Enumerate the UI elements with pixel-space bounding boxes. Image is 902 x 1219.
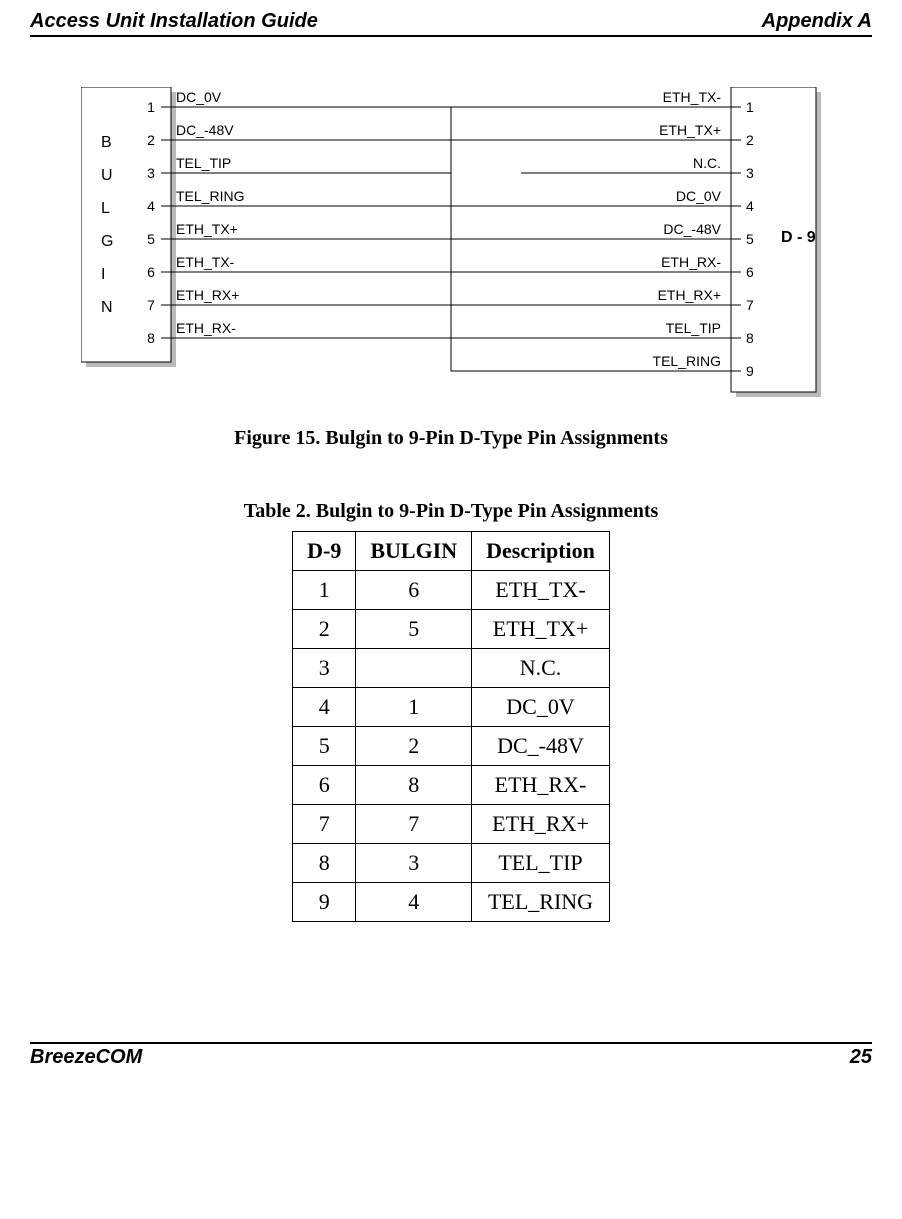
left-pin-number: 7 (147, 297, 155, 313)
table-row: 83TEL_TIP (293, 844, 610, 883)
table-cell: 3 (356, 844, 472, 883)
right-pin-label: ETH_RX+ (658, 287, 721, 303)
header-right: Appendix A (762, 10, 872, 33)
table-row: 16ETH_TX- (293, 571, 610, 610)
table-header-row: D-9 BULGIN Description (293, 532, 610, 571)
table-row: 25ETH_TX+ (293, 610, 610, 649)
right-pin-number: 4 (746, 198, 754, 214)
table-cell: 8 (293, 844, 356, 883)
right-pin-number: 1 (746, 99, 754, 115)
left-pin-number: 2 (147, 132, 155, 148)
left-pin-number: 4 (147, 198, 155, 214)
right-pin-number: 6 (746, 264, 754, 280)
col-header-d9: D-9 (293, 532, 356, 571)
table-cell: 2 (293, 610, 356, 649)
table-cell: 5 (293, 727, 356, 766)
left-pin-label: ETH_RX+ (176, 287, 239, 303)
right-pin-label: N.C. (693, 155, 721, 171)
footer-left: BreezeCOM (30, 1046, 142, 1069)
left-pin-label: ETH_TX- (176, 254, 235, 270)
page-header: Access Unit Installation Guide Appendix … (30, 10, 872, 37)
table-cell: 9 (293, 883, 356, 922)
left-box-label: L (101, 200, 110, 217)
table-cell: ETH_RX+ (472, 805, 610, 844)
table-cell: ETH_RX- (472, 766, 610, 805)
table-cell: 3 (293, 649, 356, 688)
table-cell: TEL_TIP (472, 844, 610, 883)
table-cell: N.C. (472, 649, 610, 688)
right-pin-number: 9 (746, 363, 754, 379)
table-row: 94TEL_RING (293, 883, 610, 922)
col-header-bulgin: BULGIN (356, 532, 472, 571)
table-row: 3 N.C. (293, 649, 610, 688)
table-cell: 8 (356, 766, 472, 805)
cross-wire (381, 107, 521, 272)
right-pin-number: 8 (746, 330, 754, 346)
table-cell: ETH_TX+ (472, 610, 610, 649)
table-cell: TEL_RING (472, 883, 610, 922)
left-pin-label: DC_0V (176, 89, 222, 105)
left-box-label: I (101, 266, 105, 283)
col-header-description: Description (472, 532, 610, 571)
right-pin-label: TEL_TIP (666, 320, 721, 336)
pin-diagram: BULGIN 1 DC_0V 2 DC_-48V 3 TEL_TIP 4 TEL_RING 5 ET… (30, 87, 872, 407)
left-box-label: U (101, 167, 113, 184)
right-pin-label: ETH_TX+ (659, 122, 721, 138)
table-cell: DC_-48V (472, 727, 610, 766)
table-cell: 4 (293, 688, 356, 727)
table-cell: 1 (356, 688, 472, 727)
left-pin-number: 6 (147, 264, 155, 280)
left-pin-number: 8 (147, 330, 155, 346)
left-pin-number: 1 (147, 99, 155, 115)
footer-right: 25 (850, 1046, 872, 1069)
table-cell: ETH_TX- (472, 571, 610, 610)
left-pin-label: TEL_RING (176, 188, 244, 204)
right-pin-label: DC_-48V (663, 221, 721, 237)
right-pin-label: ETH_RX- (661, 254, 721, 270)
left-box-label: B (101, 134, 112, 151)
table-cell: 7 (293, 805, 356, 844)
pin-diagram-svg: BULGIN 1 DC_0V 2 DC_-48V 3 TEL_TIP 4 TEL_RING 5 ET… (81, 87, 821, 407)
left-pin-label: DC_-48V (176, 122, 234, 138)
table-cell: 4 (356, 883, 472, 922)
table-cell: 6 (356, 571, 472, 610)
left-box-label: G (101, 233, 113, 250)
table-cell: 2 (356, 727, 472, 766)
figure-caption: Figure 15. Bulgin to 9-Pin D-Type Pin As… (30, 427, 872, 450)
left-pin-label: TEL_TIP (176, 155, 231, 171)
right-pin-label: DC_0V (676, 188, 722, 204)
table-cell: 1 (293, 571, 356, 610)
left-box (81, 87, 171, 362)
table-cell: DC_0V (472, 688, 610, 727)
right-box-label: D - 9 (781, 229, 816, 246)
right-pin-number: 3 (746, 165, 754, 181)
table-cell: 5 (356, 610, 472, 649)
table-row: 77ETH_RX+ (293, 805, 610, 844)
header-left: Access Unit Installation Guide (30, 10, 318, 33)
table-row: 52DC_-48V (293, 727, 610, 766)
right-pin-number: 7 (746, 297, 754, 313)
left-pin-number: 5 (147, 231, 155, 247)
right-pin-label: ETH_TX- (663, 89, 722, 105)
right-pin-label: TEL_RING (653, 353, 721, 369)
table-cell (356, 649, 472, 688)
left-pin-label: ETH_TX+ (176, 221, 238, 237)
right-pin-number: 2 (746, 132, 754, 148)
left-box-label: N (101, 299, 113, 316)
table-row: 41DC_0V (293, 688, 610, 727)
pin-assignment-table: D-9 BULGIN Description 16ETH_TX-25ETH_TX… (292, 531, 610, 922)
table-caption: Table 2. Bulgin to 9-Pin D-Type Pin Assi… (30, 500, 872, 523)
table-cell: 7 (356, 805, 472, 844)
table-cell: 6 (293, 766, 356, 805)
right-pin-number: 5 (746, 231, 754, 247)
table-row: 68ETH_RX- (293, 766, 610, 805)
page-footer: BreezeCOM 25 (30, 1042, 872, 1069)
left-pin-number: 3 (147, 165, 155, 181)
left-pin-label: ETH_RX- (176, 320, 236, 336)
